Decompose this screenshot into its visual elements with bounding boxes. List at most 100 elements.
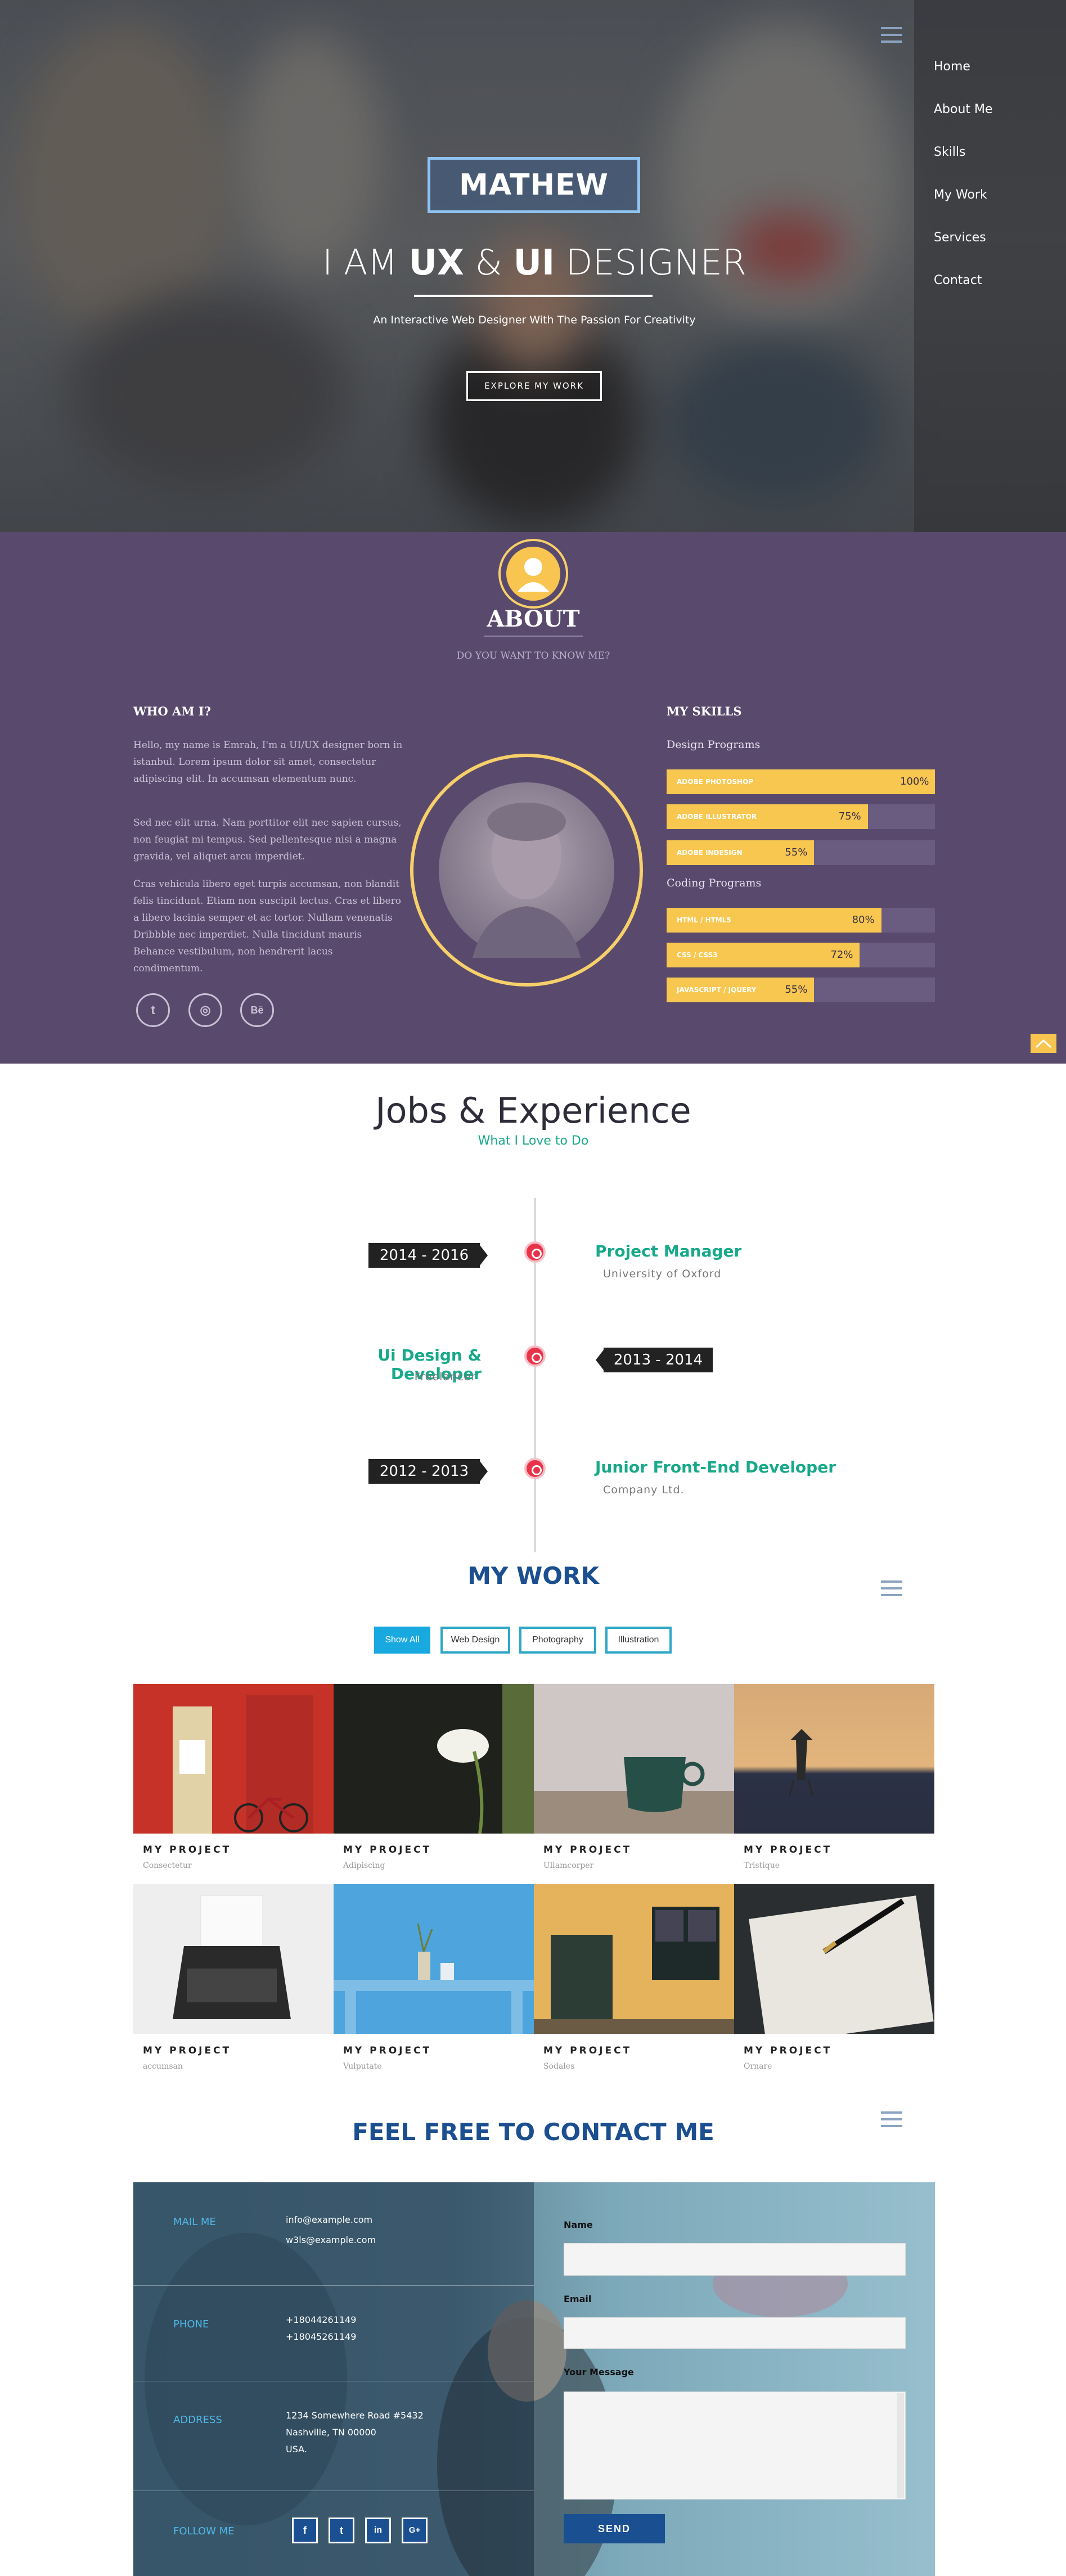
nav-item-about[interactable]: About Me (934, 102, 993, 116)
skill-bar-fill: ADOBE PHOTOSHOP 100% (667, 769, 935, 794)
profile-portrait (410, 754, 643, 987)
send-button[interactable]: SEND (564, 2514, 665, 2543)
nav-item-services[interactable]: Services (934, 231, 986, 245)
twitter-icon[interactable]: t (136, 993, 170, 1027)
project-thumbnail[interactable] (534, 1884, 734, 2034)
skill-bar-fill: HTML / HTML5 80% (667, 908, 881, 933)
follow-label: FOLLOW ME (173, 2525, 235, 2537)
skill-percent: 55% (785, 846, 808, 858)
skill-bar-fill: ADOBE INDESIGN 55% (667, 840, 815, 865)
job-role: Project Manager (595, 1242, 742, 1260)
project-thumbnail[interactable] (534, 1684, 734, 1834)
about-paragraph: Hello, my name is Emrah, I'm a UI/UX des… (133, 740, 403, 785)
project-thumbnail[interactable] (334, 1884, 534, 2034)
nav-item-contact[interactable]: Contact (934, 273, 982, 287)
filter-photography[interactable]: Photography (519, 1627, 596, 1654)
message-textarea[interactable] (564, 2392, 906, 2500)
address-line: Nashville, TN 00000 (286, 2427, 376, 2438)
skill-name: HTML / HTML5 (677, 916, 731, 924)
project-thumbnail[interactable] (334, 1684, 534, 1834)
project-title: MY PROJECT (543, 1844, 632, 1856)
date-pointer (480, 1245, 488, 1266)
job-org: University of Oxford (603, 1268, 722, 1280)
phone-value: +18045261149 (286, 2331, 357, 2342)
email-value[interactable]: info@example.com (286, 2212, 372, 2228)
skill-bar-fill: ADOBE ILLUSTRATOR 75% (667, 804, 868, 829)
project-title: MY PROJECT (143, 1844, 232, 1856)
project-title: MY PROJECT (744, 1844, 833, 1856)
behance-icon[interactable]: Bē (240, 993, 274, 1027)
side-navigation (914, 0, 1066, 532)
about-paragraph: Sed nec elit urna. Nam porttitor elit ne… (133, 817, 402, 862)
skill-bar-fill: JAVASCRIPT / JQUERY 55% (667, 978, 815, 1002)
google-plus-icon[interactable]: G+ (402, 2518, 428, 2543)
scrollbar[interactable] (897, 2393, 904, 2498)
project-category: Tristique (744, 1861, 780, 1870)
filter-illustration[interactable]: Illustration (605, 1627, 672, 1654)
nav-item-my-work[interactable]: My Work (934, 188, 987, 202)
phone-value: +18044261149 (286, 2314, 357, 2325)
menu-icon[interactable] (881, 2111, 902, 2128)
about-subtitle: DO YOU WANT TO KNOW ME? (456, 650, 610, 661)
hero-subtitle: An Interactive Web Designer With The Pas… (373, 314, 696, 326)
skill-percent: 80% (852, 914, 875, 926)
about-paragraph: Cras vehicula libero eget turpis accumsa… (133, 879, 401, 974)
twitter-icon[interactable]: t (329, 2518, 354, 2543)
menu-icon[interactable] (881, 1580, 902, 1597)
phone-label: PHONE (173, 2318, 209, 2330)
linkedin-icon[interactable]: in (365, 2518, 391, 2543)
target-icon (524, 1345, 546, 1367)
scroll-up-button[interactable] (1031, 1034, 1056, 1053)
email-value[interactable]: w3ls@example.com (286, 2232, 376, 2249)
email-label: Email (564, 2294, 592, 2304)
project-thumbnail[interactable] (133, 1684, 334, 1834)
jobs-title: Jobs & Experience (375, 1090, 691, 1131)
date-pointer (480, 1461, 488, 1481)
project-thumbnail[interactable] (133, 1884, 334, 2034)
skill-bar: ADOBE ILLUSTRATOR 75% (667, 804, 935, 829)
email-input[interactable] (564, 2317, 906, 2349)
target-icon (524, 1458, 546, 1479)
mail-label: MAIL ME (173, 2216, 216, 2228)
timeline-date: 2014 - 2016 (368, 1243, 480, 1268)
date-pointer (596, 1350, 604, 1370)
address-label: ADDRESS (173, 2414, 222, 2426)
project-title: MY PROJECT (343, 2045, 432, 2056)
skill-percent: 55% (785, 984, 808, 996)
divider (133, 2285, 534, 2286)
coding-programs-label: Coding Programs (667, 877, 762, 889)
menu-icon[interactable] (881, 27, 902, 44)
project-category: Vulputate (343, 2062, 382, 2071)
skill-percent: 72% (830, 949, 853, 961)
filter-show-all[interactable]: Show All (374, 1627, 430, 1654)
about-title: ABOUT (487, 606, 580, 632)
skill-percent: 75% (838, 810, 861, 822)
jobs-subtitle: What I Love to Do (478, 1134, 589, 1148)
filter-web-design[interactable]: Web Design (440, 1627, 510, 1654)
facebook-icon[interactable]: f (292, 2518, 318, 2543)
hero-name: MATHEW (428, 157, 640, 213)
skill-bar: JAVASCRIPT / JQUERY 55% (667, 978, 935, 1002)
nav-item-skills[interactable]: Skills (934, 145, 966, 159)
skill-bar: ADOBE INDESIGN 55% (667, 840, 935, 865)
project-category: Sodales (543, 2062, 575, 2071)
explore-work-button[interactable]: EXPLORE MY WORK (466, 371, 602, 401)
dribbble-icon[interactable]: ◎ (188, 993, 222, 1027)
design-programs-label: Design Programs (667, 738, 761, 751)
project-title: MY PROJECT (744, 2045, 833, 2056)
project-thumbnail[interactable] (734, 1684, 934, 1834)
project-title: MY PROJECT (143, 2045, 232, 2056)
name-input[interactable] (564, 2243, 906, 2276)
project-thumbnail[interactable] (734, 1884, 934, 2034)
nav-item-home[interactable]: Home (934, 60, 970, 74)
about-divider (484, 636, 583, 637)
skill-name: ADOBE PHOTOSHOP (677, 778, 754, 786)
skill-bar: CSS / CSS3 72% (667, 943, 935, 967)
name-label: Name (564, 2219, 593, 2230)
skill-name: CSS / CSS3 (677, 951, 718, 959)
message-label: Your Message (564, 2367, 634, 2377)
skill-bar: HTML / HTML5 80% (667, 908, 935, 933)
project-title: MY PROJECT (543, 2045, 632, 2056)
contact-title: FEEL FREE TO CONTACT ME (352, 2118, 714, 2146)
project-title: MY PROJECT (343, 1844, 432, 1856)
